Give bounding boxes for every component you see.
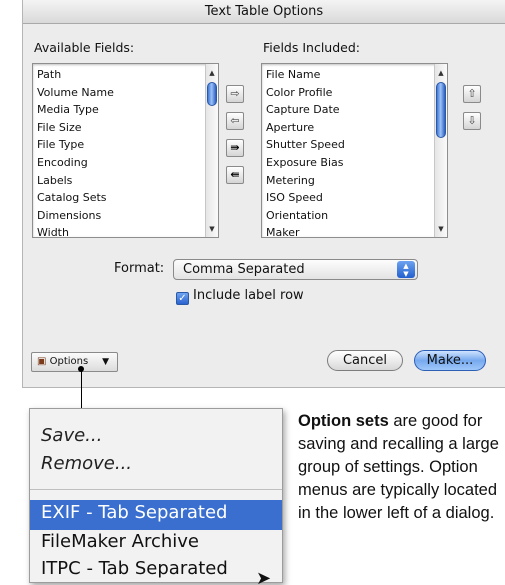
- list-item[interactable]: Capture Date: [266, 101, 447, 119]
- menu-item-itpc[interactable]: ITPC - Tab Separated: [41, 558, 228, 579]
- list-item[interactable]: File Size: [37, 119, 218, 137]
- format-label: Format:: [114, 261, 165, 276]
- menu-item-exif[interactable]: EXIF - Tab Separated: [41, 502, 227, 523]
- cancel-button[interactable]: Cancel: [327, 350, 403, 371]
- make-button[interactable]: Make...: [414, 350, 486, 371]
- caption-text: Option sets are good for saving and reca…: [298, 410, 503, 525]
- list-item[interactable]: Labels: [37, 172, 218, 190]
- list-item[interactable]: Width: [37, 224, 218, 237]
- include-label-row-checkbox[interactable]: ✓: [176, 292, 189, 305]
- list-item[interactable]: Media Type: [37, 101, 218, 119]
- list-item[interactable]: File Name: [266, 66, 447, 84]
- fields-included-list[interactable]: File Name Color Profile Capture Date Ape…: [261, 63, 448, 238]
- list-item[interactable]: Maker: [266, 224, 447, 237]
- down-arrow-icon[interactable]: ⇩: [463, 112, 481, 130]
- options-menu-button[interactable]: ▣ Options ▼: [31, 352, 118, 372]
- list-item[interactable]: Exposure Bias: [266, 154, 447, 172]
- format-value: Comma Separated: [183, 262, 305, 277]
- list-item[interactable]: Dimensions: [37, 207, 218, 225]
- list-item[interactable]: Encoding: [37, 154, 218, 172]
- menu-item-filemaker[interactable]: FileMaker Archive: [41, 531, 199, 552]
- format-popup[interactable]: Comma Separated ▲ ▼: [173, 259, 418, 280]
- double-right-arrow-icon[interactable]: ⇛: [226, 139, 244, 157]
- text-table-options-dialog: Text Table Options Available Fields: Fie…: [22, 0, 505, 388]
- callout-line: [81, 370, 82, 408]
- include-label-row-option[interactable]: ✓ Include label row: [176, 288, 304, 305]
- available-fields-list[interactable]: Path Volume Name Media Type File Size Fi…: [32, 63, 219, 238]
- scroll-down-arrow-icon[interactable]: ▼: [206, 224, 218, 234]
- caption-bold: Option sets: [298, 412, 389, 430]
- fields-included-label: Fields Included:: [263, 40, 360, 55]
- list-item[interactable]: ISO Speed: [266, 189, 447, 207]
- popup-stepper-icon: ▲ ▼: [397, 261, 415, 278]
- scroll-thumb[interactable]: [436, 82, 446, 138]
- scroll-down-arrow-icon[interactable]: ▼: [435, 224, 447, 234]
- available-fields-label: Available Fields:: [34, 40, 135, 55]
- list-item[interactable]: Volume Name: [37, 84, 218, 102]
- left-arrow-icon[interactable]: ⇦: [226, 112, 244, 130]
- folder-icon: ▣: [37, 356, 47, 367]
- scroll-thumb[interactable]: [207, 82, 217, 106]
- mouse-pointer-icon: ➤: [256, 568, 272, 585]
- options-label: Options: [49, 356, 89, 367]
- chevron-down-icon: ▼: [102, 357, 109, 367]
- right-arrow-icon[interactable]: ⇨: [226, 85, 244, 103]
- available-fields-scrollbar[interactable]: ▲ ▼: [205, 64, 218, 237]
- up-arrow-icon[interactable]: ⇧: [463, 85, 481, 103]
- menu-separator: [30, 489, 282, 490]
- scroll-up-arrow-icon[interactable]: ▲: [435, 68, 447, 78]
- list-item[interactable]: Color Profile: [266, 84, 447, 102]
- list-item[interactable]: Path: [37, 66, 218, 84]
- list-item[interactable]: Orientation: [266, 207, 447, 225]
- include-label-row-label: Include label row: [193, 288, 304, 303]
- scroll-up-arrow-icon[interactable]: ▲: [206, 68, 218, 78]
- list-item[interactable]: Aperture: [266, 119, 447, 137]
- dialog-title: Text Table Options: [23, 0, 505, 24]
- list-item[interactable]: File Type: [37, 136, 218, 154]
- list-item[interactable]: Shutter Speed: [266, 136, 447, 154]
- menu-item-remove[interactable]: Remove...: [41, 453, 132, 474]
- list-item[interactable]: Catalog Sets: [37, 189, 218, 207]
- list-item[interactable]: Metering: [266, 172, 447, 190]
- double-left-arrow-icon[interactable]: ⇚: [226, 166, 244, 184]
- fields-included-scrollbar[interactable]: ▲ ▼: [434, 64, 447, 237]
- options-menu: Save... Remove... EXIF - Tab Separated F…: [29, 408, 283, 583]
- menu-item-save[interactable]: Save...: [41, 425, 102, 446]
